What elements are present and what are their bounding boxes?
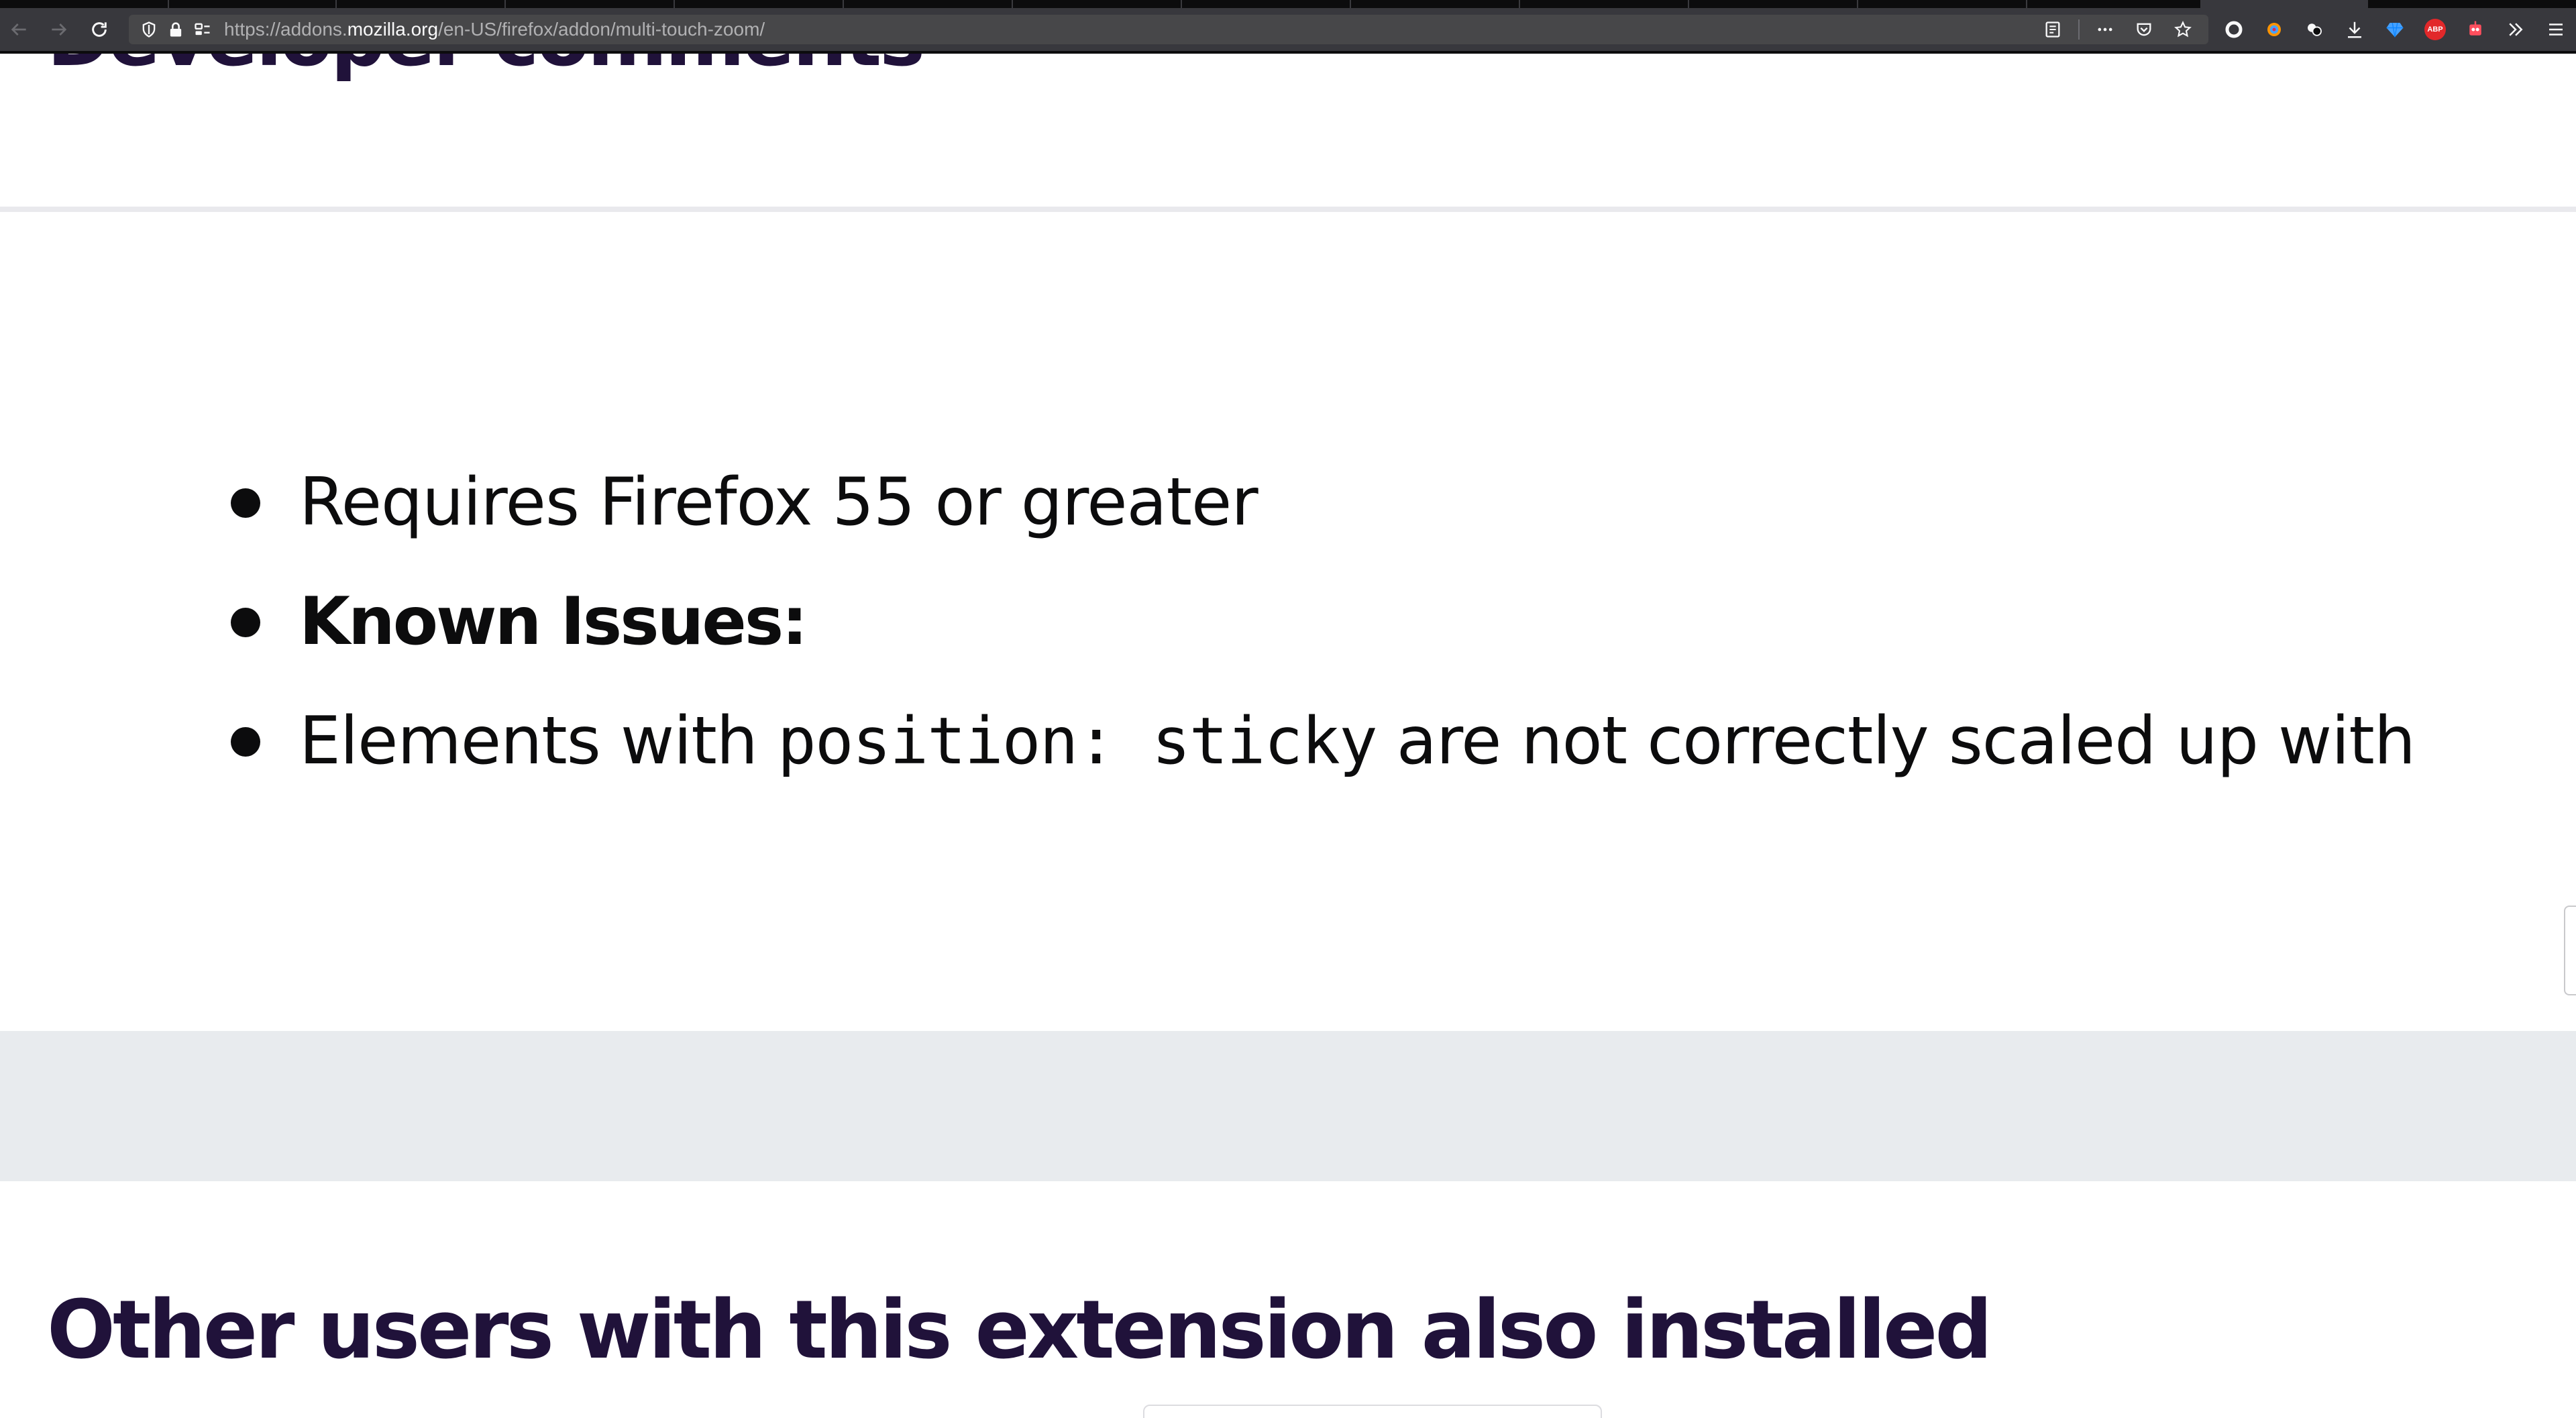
extension-button-5[interactable] [2461,15,2490,44]
tab-separator [1688,0,1689,8]
permissions-button[interactable] [189,16,216,43]
list-item: Elements with position: sticky are not c… [0,681,2576,801]
tab-separator [1857,0,1858,8]
tab-separator [168,0,169,8]
url-text[interactable]: https://addons.mozilla.org/en-US/firefox… [224,19,765,40]
urlbar-divider [2078,19,2080,40]
tab-separator [504,0,506,8]
downloads-button[interactable] [2340,15,2369,44]
puzzle-piece-icon [2308,23,2322,36]
tab-separator [1519,0,1520,8]
chevron-double-right-icon [2509,23,2523,36]
reload-button[interactable] [85,15,114,44]
tab-separator [1012,0,1013,8]
section-divider [0,207,2576,212]
url-bar[interactable]: https://addons.mozilla.org/en-US/firefox… [129,15,2208,44]
browser-toolbar: https://addons.mozilla.org/en-US/firefox… [0,8,2576,54]
app-menu-button[interactable] [2541,15,2571,44]
url-prefix: https://addons. [224,19,347,40]
extension-button-3[interactable] [2300,15,2329,44]
reader-view-button[interactable] [2039,16,2066,43]
overflow-menu-button[interactable] [2501,15,2530,44]
robot-icon [2469,21,2481,36]
page-actions-button[interactable] [2092,16,2118,43]
tab-separator [335,0,337,8]
bullet [231,488,260,518]
list-item: Known Issues: [0,562,2576,681]
tab-separator [2026,0,2027,8]
tab-separator [1181,0,1182,8]
lock-icon [170,22,182,37]
download-icon [2348,21,2361,38]
pocket-icon [2137,23,2151,36]
site-identity-button[interactable] [162,16,189,43]
tracking-protection-button[interactable] [136,16,162,43]
known-issues-label: Known Issues: [299,584,808,660]
url-path: /en-US/firefox/addon/multi-touch-zoom/ [438,19,765,40]
back-button[interactable] [4,15,34,44]
css-code-snippet: position: sticky [777,704,1378,779]
bullet [231,608,260,637]
reload-icon [92,22,107,37]
extension-button-2[interactable] [2259,15,2289,44]
active-tab[interactable] [2200,0,2368,8]
scrollbar-thumb[interactable] [2564,906,2576,995]
extension-button-4[interactable] [2380,15,2410,44]
permissions-icon [195,23,210,36]
reader-view-icon [2045,21,2060,38]
back-arrow-icon [11,23,26,36]
issue-text-after: are not correctly scaled up with [1376,703,2416,779]
addon-card[interactable] [1143,1405,1602,1418]
url-domain: mozilla.org [347,19,439,40]
circle-icon [2225,21,2243,38]
pocket-button[interactable] [2131,16,2157,43]
bookmark-button[interactable] [2169,16,2196,43]
adblock-plus-icon: ABP [2424,19,2446,40]
tab-strip[interactable] [0,0,2576,8]
bullet [231,727,260,757]
shield-icon [142,21,156,38]
tab-separator [843,0,844,8]
gem-icon [2386,22,2404,38]
forward-button[interactable] [44,15,74,44]
also-installed-heading: Other users with this extension also ins… [47,1284,1992,1377]
hamburger-menu-icon [2549,23,2563,36]
requirement-text: Requires Firefox 55 or greater [299,464,1258,541]
list-item: Requires Firefox 55 or greater [0,443,2576,562]
issue-text-before: Elements with [299,703,778,779]
tab-separator [674,0,675,8]
ellipsis-icon [2098,28,2112,32]
tab-separator [1350,0,1351,8]
forward-arrow-icon [52,23,67,36]
star-icon [2174,21,2192,38]
multi-color-globe-icon [2267,23,2281,36]
developer-comments-list: Requires Firefox 55 or greater Known Iss… [0,443,2576,801]
extension-button-1[interactable] [2219,15,2249,44]
adblock-plus-button[interactable]: ABP [2420,15,2450,44]
section-separator-band [0,1031,2576,1181]
